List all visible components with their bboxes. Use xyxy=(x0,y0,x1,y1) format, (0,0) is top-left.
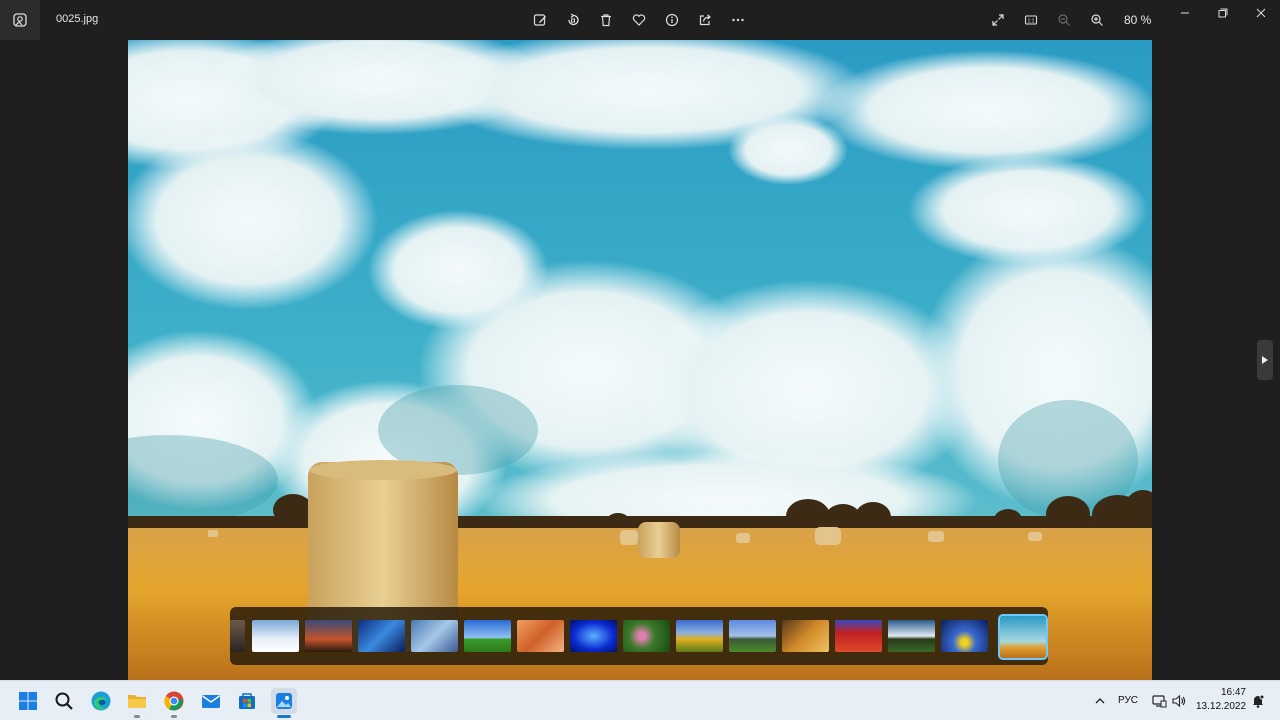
filmstrip-thumb[interactable] xyxy=(230,620,245,652)
main-photo[interactable] xyxy=(128,40,1152,680)
photos-app-window: 0025.jpg 1:1 80 % xyxy=(0,0,1280,680)
photos-app-icon[interactable] xyxy=(0,0,40,40)
filmstrip-thumb[interactable] xyxy=(570,620,617,652)
search-icon[interactable] xyxy=(51,688,77,714)
zoom-level[interactable]: 80 % xyxy=(1124,13,1151,27)
filmstrip-thumb[interactable] xyxy=(676,620,723,652)
filmstrip-thumb[interactable] xyxy=(782,620,829,652)
rotate-icon[interactable] xyxy=(561,8,585,32)
store-icon[interactable] xyxy=(234,688,260,714)
next-image-button[interactable] xyxy=(1257,340,1273,380)
delete-icon[interactable] xyxy=(594,8,618,32)
filmstrip-thumb[interactable] xyxy=(729,620,776,652)
filmstrip-thumb[interactable] xyxy=(623,620,670,652)
filmstrip-thumb[interactable] xyxy=(305,620,352,652)
chrome-icon[interactable] xyxy=(161,688,187,714)
taskbar: РУС xyxy=(0,680,1280,720)
language-indicator[interactable]: РУС xyxy=(1118,695,1138,706)
filmstrip-thumb-active[interactable] xyxy=(998,614,1048,660)
close-button[interactable] xyxy=(1242,0,1280,26)
file-name: 0025.jpg xyxy=(56,13,99,25)
info-icon[interactable] xyxy=(660,8,684,32)
filmstrip-thumb[interactable] xyxy=(941,620,988,652)
window-controls xyxy=(1166,0,1280,26)
filmstrip-thumb[interactable] xyxy=(252,620,299,652)
running-indicator xyxy=(134,715,140,718)
running-indicator xyxy=(171,715,177,718)
filmstrip-thumb[interactable] xyxy=(411,620,458,652)
edge-icon[interactable] xyxy=(88,688,114,714)
volume-icon[interactable] xyxy=(1166,688,1192,714)
filmstrip-thumb[interactable] xyxy=(888,620,935,652)
fullscreen-icon[interactable] xyxy=(986,8,1010,32)
svg-text:1:1: 1:1 xyxy=(1028,18,1035,24)
photos-icon[interactable] xyxy=(271,688,297,714)
filmstrip-thumb[interactable] xyxy=(464,620,511,652)
share-icon[interactable] xyxy=(693,8,717,32)
file-explorer-icon[interactable] xyxy=(124,688,150,714)
clock[interactable]: 16:47 13.12.2022 xyxy=(1196,686,1246,714)
start-icon[interactable] xyxy=(15,688,41,714)
edit-icon[interactable] xyxy=(528,8,552,32)
filmstrip-thumb[interactable] xyxy=(835,620,882,652)
zoom-in-icon[interactable] xyxy=(1085,8,1109,32)
filmstrip-thumb[interactable] xyxy=(358,620,405,652)
notification-icon[interactable] xyxy=(1245,688,1271,714)
view-tools: 1:1 80 % xyxy=(986,8,1151,32)
filmstrip-thumb[interactable] xyxy=(517,620,564,652)
clock-time: 16:47 xyxy=(1220,687,1246,698)
image-toolbar xyxy=(528,8,750,32)
actual-size-icon[interactable]: 1:1 xyxy=(1019,8,1043,32)
favorite-icon[interactable] xyxy=(627,8,651,32)
chevron-up-icon[interactable] xyxy=(1087,688,1113,714)
title-bar: 0025.jpg 1:1 80 % xyxy=(0,0,1280,40)
mail-icon[interactable] xyxy=(198,688,224,714)
filmstrip xyxy=(230,607,1048,665)
active-indicator xyxy=(277,715,291,718)
minimize-button[interactable] xyxy=(1166,0,1204,26)
clock-date: 13.12.2022 xyxy=(1196,701,1247,712)
more-icon[interactable] xyxy=(726,8,750,32)
zoom-out-icon[interactable] xyxy=(1052,8,1076,32)
maximize-button[interactable] xyxy=(1204,0,1242,26)
